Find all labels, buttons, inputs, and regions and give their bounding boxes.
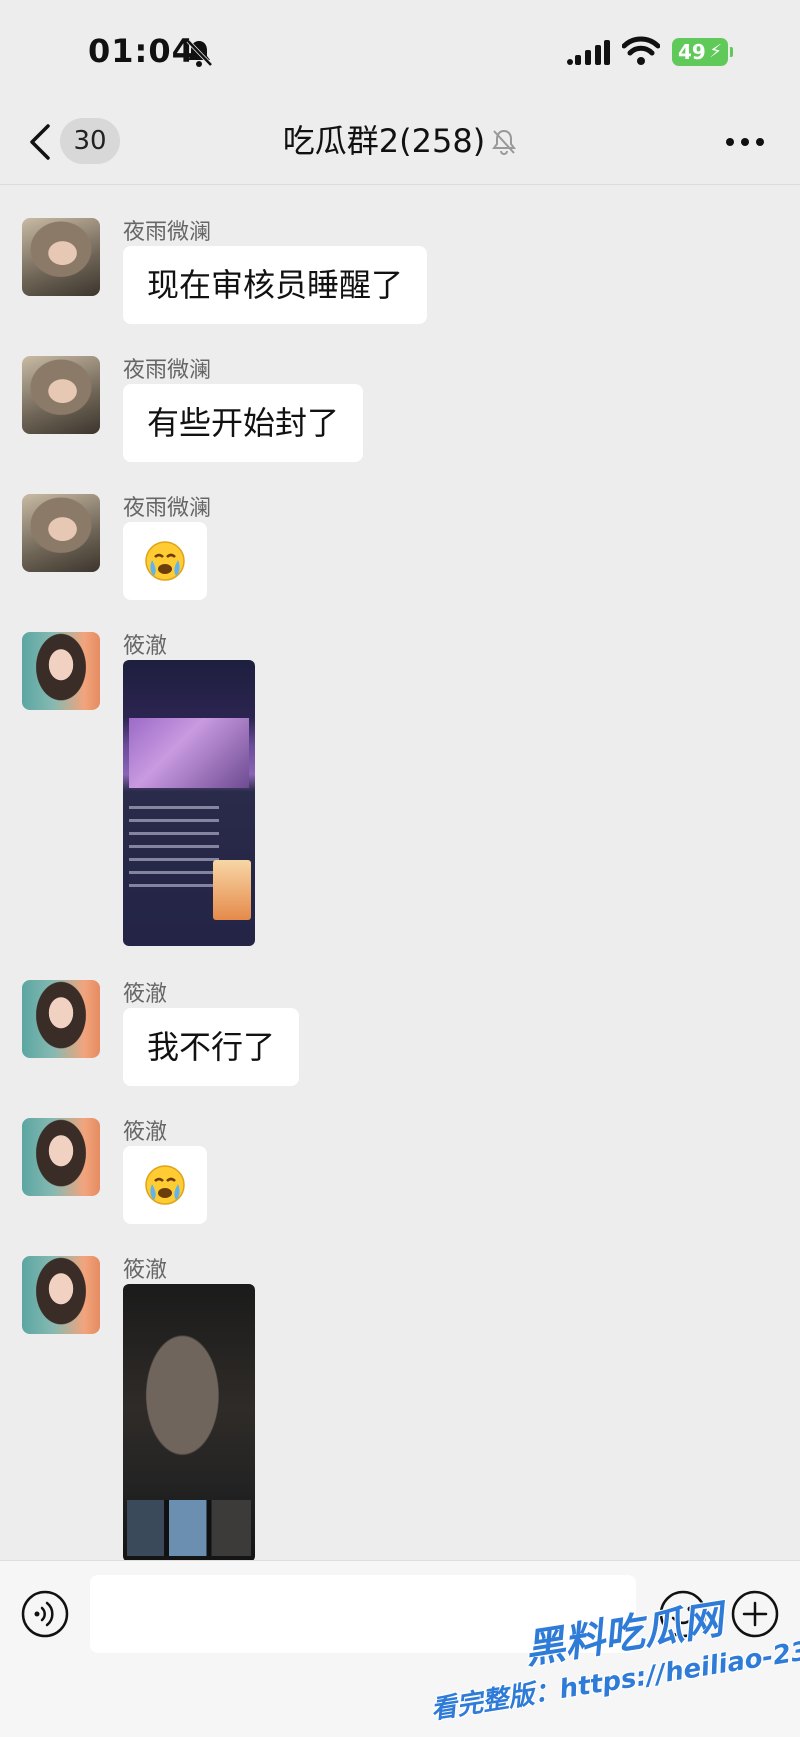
avatar[interactable]: [22, 1256, 100, 1334]
avatar[interactable]: [22, 494, 100, 572]
crying-face-icon: [145, 541, 185, 581]
image-content: [129, 806, 219, 896]
status-time: 01:04: [88, 32, 195, 70]
avatar[interactable]: [22, 218, 100, 296]
message-bubble[interactable]: 我不行了: [123, 1008, 300, 1086]
cellular-signal-icon: [567, 40, 610, 65]
sender-name: 夜雨微澜: [123, 358, 212, 383]
sender-name: 夜雨微澜: [123, 496, 212, 521]
avatar[interactable]: [22, 1118, 100, 1196]
avatar[interactable]: [22, 632, 100, 710]
emoji-message-bubble[interactable]: [123, 1146, 207, 1224]
voice-input-icon[interactable]: [20, 1589, 70, 1639]
add-attachment-icon[interactable]: [730, 1589, 780, 1639]
sender-name: 筱澈: [123, 1120, 168, 1145]
wifi-icon: [622, 36, 660, 65]
sender-name: 夜雨微澜: [123, 220, 212, 245]
sender-name: 筱澈: [123, 1258, 168, 1283]
bell-off-icon: [186, 39, 213, 67]
avatar[interactable]: [22, 980, 100, 1058]
chat-title-container: 吃瓜群2(258): [0, 118, 800, 164]
battery-level: 49: [678, 40, 706, 64]
message-bubble[interactable]: 有些开始封了: [123, 384, 364, 462]
image-content: [213, 860, 251, 920]
message-bubble[interactable]: 现在审核员睡醒了: [123, 246, 428, 324]
chat-title[interactable]: 吃瓜群2(258): [283, 122, 485, 160]
image-message-live-stream-screenshot[interactable]: [123, 660, 255, 946]
sender-name: 筱澈: [123, 634, 168, 659]
battery-nub: [730, 47, 733, 57]
chat-header: 30 吃瓜群2(258): [0, 100, 800, 185]
more-options-icon[interactable]: [724, 130, 766, 154]
image-content: [127, 1500, 251, 1556]
avatar[interactable]: [22, 356, 100, 434]
charging-icon: ⚡: [709, 41, 722, 62]
sender-name: 筱澈: [123, 982, 168, 1007]
crying-face-icon: [145, 1165, 185, 1205]
battery-indicator: 49 ⚡: [672, 38, 733, 66]
status-bar: 01:04 49 ⚡: [0, 0, 800, 100]
image-content: [129, 718, 249, 788]
muted-bell-icon: [492, 129, 517, 155]
image-message-video-screenshot[interactable]: [123, 1284, 255, 1562]
emoji-message-bubble[interactable]: [123, 522, 207, 600]
